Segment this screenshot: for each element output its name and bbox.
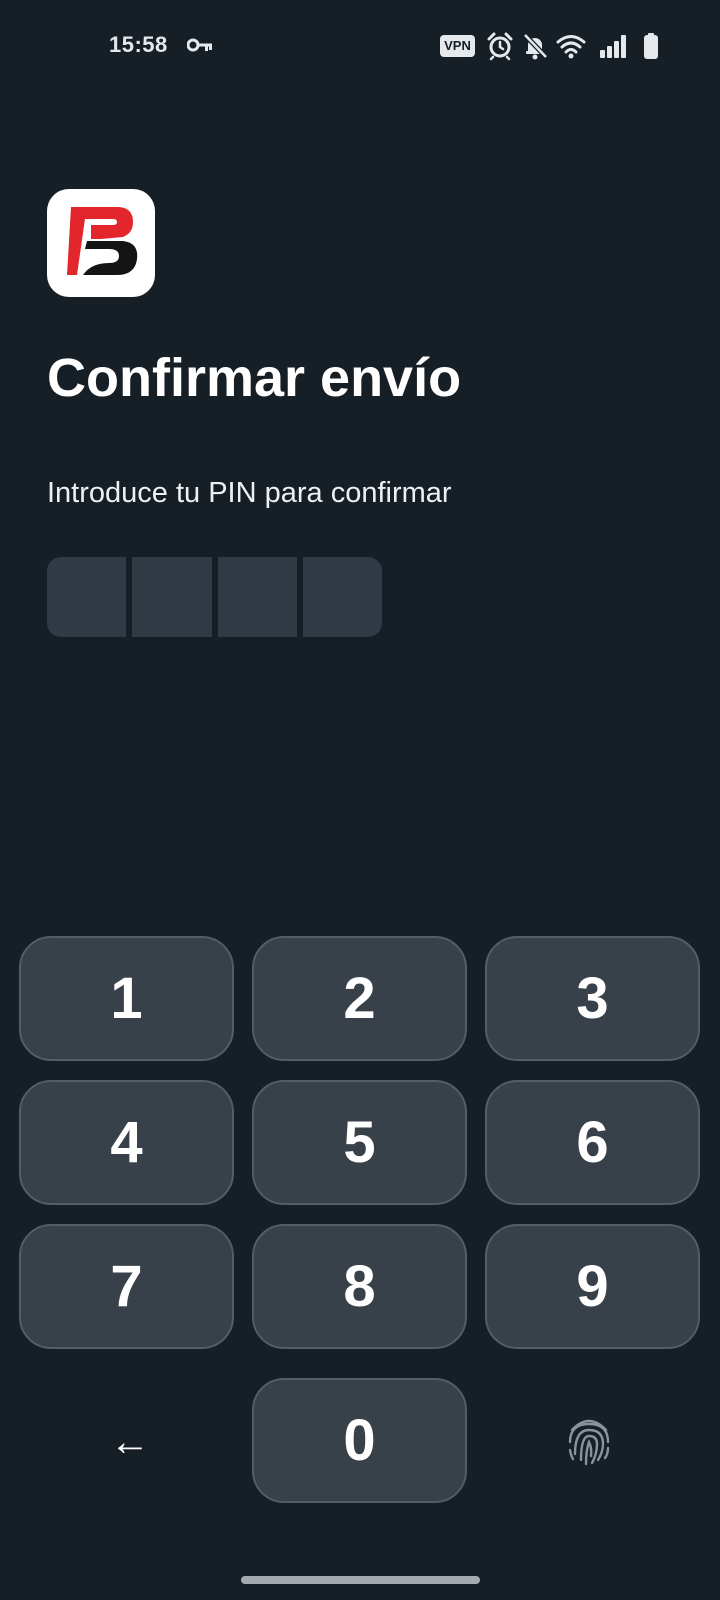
- wifi-icon: [556, 35, 586, 59]
- key-4[interactable]: 4: [19, 1080, 234, 1205]
- alarm-icon: [487, 32, 513, 61]
- signal-icon: [600, 35, 626, 58]
- status-bar: 15:58 VPN: [0, 0, 720, 92]
- fingerprint-icon[interactable]: [562, 1414, 616, 1468]
- key-8[interactable]: 8: [252, 1224, 467, 1349]
- pin-confirmation-screen: 15:58 VPN Confirmar envío Introduce tu P…: [0, 0, 720, 1600]
- key-2[interactable]: 2: [252, 936, 467, 1061]
- pin-digit-box: [132, 557, 212, 637]
- status-time: 15:58: [109, 32, 168, 57]
- page-title: Confirmar envío: [47, 348, 462, 408]
- home-indicator[interactable]: [241, 1576, 480, 1584]
- brand-logo-icon: [67, 207, 138, 275]
- key-icon: [187, 38, 212, 52]
- backspace-button[interactable]: ←: [90, 1402, 170, 1482]
- key-9[interactable]: 9: [485, 1224, 700, 1349]
- key-3[interactable]: 3: [485, 936, 700, 1061]
- app-logo: [47, 189, 155, 297]
- pin-instructions: Introduce tu PIN para confirmar: [47, 477, 452, 509]
- pin-digit-box: [217, 557, 297, 637]
- notifications-off-icon: [523, 33, 548, 60]
- pin-input[interactable]: [47, 557, 382, 637]
- pin-digit-box: [302, 557, 382, 637]
- key-5[interactable]: 5: [252, 1080, 467, 1205]
- key-6[interactable]: 6: [485, 1080, 700, 1205]
- key-0[interactable]: 0: [252, 1378, 467, 1503]
- key-7[interactable]: 7: [19, 1224, 234, 1349]
- pin-digit-box: [47, 557, 127, 637]
- battery-icon: [644, 33, 658, 59]
- vpn-badge: VPN: [440, 35, 475, 57]
- key-1[interactable]: 1: [19, 936, 234, 1061]
